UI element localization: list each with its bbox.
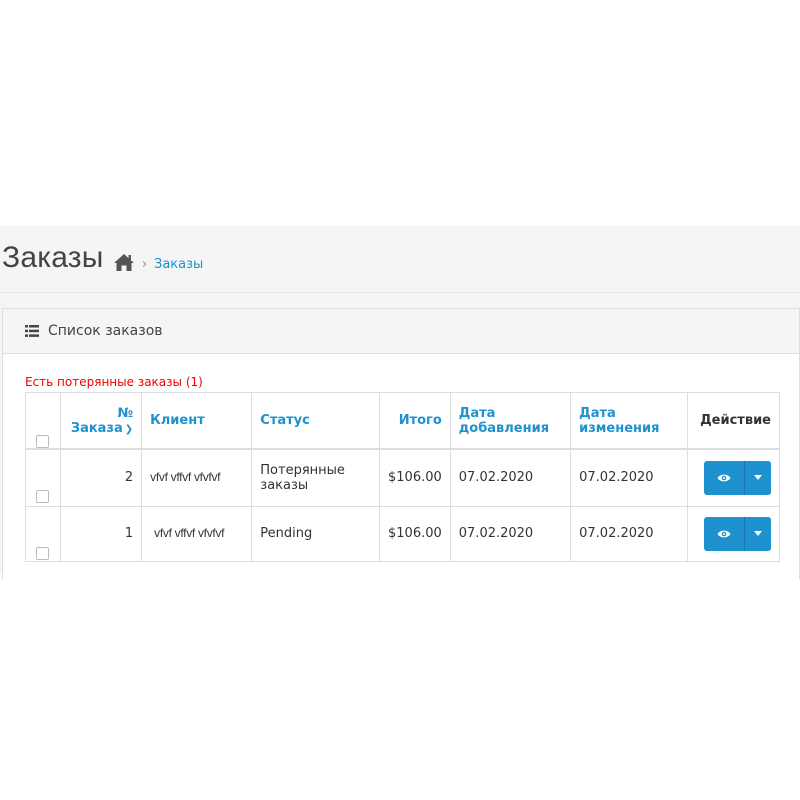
page-title: Заказы	[2, 241, 104, 274]
eye-icon	[717, 530, 731, 537]
date-modified-header-line2: изменения	[579, 420, 660, 436]
row-checkbox[interactable]	[36, 490, 50, 503]
caret-down-icon	[754, 475, 762, 481]
row-checkbox[interactable]	[36, 546, 50, 560]
view-button[interactable]	[704, 460, 745, 495]
status-line1: Потерянные	[260, 462, 345, 478]
lost-orders-warning: Есть потерянные заказы (1)	[25, 375, 203, 389]
order-id-header-line2: Заказа	[70, 420, 123, 436]
table-header-row: № Заказа ❯ Клиент Статус Итого Дата добав…	[25, 392, 780, 450]
caret-down-icon	[754, 531, 762, 536]
table-row: 2 vfvf vffvf vfvfvf Потерянные заказы $1…	[25, 448, 780, 507]
breadcrumb-separator: ›	[142, 257, 148, 272]
orders-panel: Список заказов Есть потерянные заказы (1…	[2, 308, 800, 579]
view-button[interactable]	[704, 516, 745, 551]
dropdown-toggle-button[interactable]	[745, 516, 771, 551]
home-icon[interactable]	[112, 252, 136, 272]
column-action: Действие	[687, 392, 780, 450]
panel-title: Список заказов	[48, 323, 163, 339]
orders-table: № Заказа ❯ Клиент Статус Итого Дата добав…	[25, 392, 780, 562]
total-cell: $106.00	[379, 448, 451, 507]
column-client[interactable]: Клиент	[141, 392, 253, 450]
status-line2: заказы	[260, 477, 309, 493]
status-cell: Pending	[251, 505, 380, 562]
date-added-cell: 07.02.2020	[449, 505, 572, 562]
order-id-header-line1: №	[117, 405, 134, 421]
date-added-cell: 07.02.2020	[449, 448, 572, 507]
list-icon	[25, 325, 39, 337]
column-total[interactable]: Итого	[379, 392, 451, 450]
select-all-checkbox[interactable]	[36, 435, 50, 448]
select-all-cell	[25, 392, 61, 450]
column-status[interactable]: Статус	[251, 392, 380, 450]
column-date-added[interactable]: Дата добавления	[449, 392, 572, 450]
order-id-cell: 1	[59, 505, 143, 562]
client-name: vfvf vffvf vfvfvf	[154, 526, 225, 540]
page-header: Заказы › Заказы	[0, 226, 800, 293]
dropdown-toggle-button[interactable]	[745, 460, 771, 495]
page-wrapper: Заказы › Заказы Список заказов Есть поте…	[0, 226, 800, 579]
row-select-cell	[25, 448, 61, 507]
column-order-id[interactable]: № Заказа ❯	[59, 392, 143, 450]
status-cell: Потерянные заказы	[251, 448, 380, 507]
client-cell: vfvf vffvf vfvfvf	[141, 505, 253, 562]
chevron-down-icon: ❯	[124, 423, 134, 435]
total-cell: $106.00	[379, 505, 451, 562]
action-button-group	[704, 516, 771, 551]
status-line1: Pending	[260, 526, 313, 541]
client-name: vfvf vffvf vfvfvf	[150, 470, 221, 485]
panel-heading: Список заказов	[3, 309, 799, 354]
client-cell: vfvf vffvf vfvfvf	[141, 448, 253, 507]
date-added-header-line2: добавления	[458, 420, 550, 436]
breadcrumb-orders-link[interactable]: Заказы	[154, 257, 203, 272]
eye-icon	[717, 474, 731, 482]
action-button-group	[704, 460, 771, 495]
action-cell	[687, 448, 780, 507]
table-row: 1 vfvf vffvf vfvfvf Pending $106.00 07.0…	[25, 505, 780, 562]
date-added-header-line1: Дата	[458, 405, 496, 421]
date-modified-header-line1: Дата	[579, 405, 616, 421]
action-cell	[687, 505, 780, 562]
date-modified-cell: 07.02.2020	[570, 448, 689, 507]
row-select-cell	[25, 505, 61, 562]
date-modified-cell: 07.02.2020	[570, 505, 689, 562]
column-date-modified[interactable]: Дата изменения	[570, 392, 689, 450]
order-id-cell: 2	[59, 448, 143, 507]
